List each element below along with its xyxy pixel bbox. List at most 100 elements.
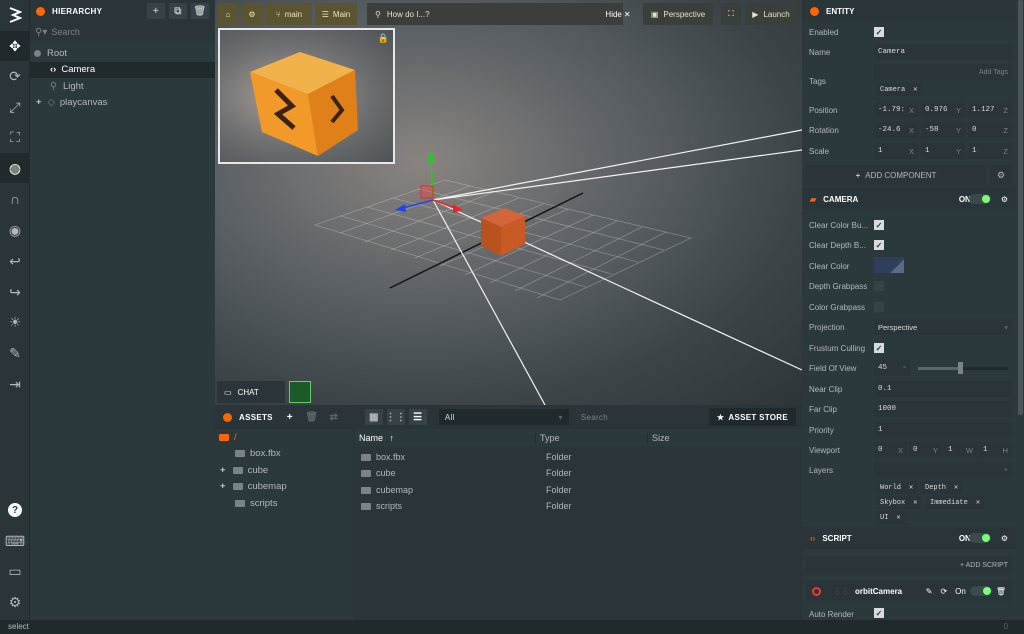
playcanvas-logo[interactable] [0,0,30,30]
clear-color-swatch[interactable] [874,257,904,273]
enabled-checkbox[interactable]: ✓ [874,27,884,37]
viewport-y[interactable]: 0Y [909,442,942,458]
asset-row[interactable]: cube Folder [357,465,802,482]
clear-depth-buffer-checkbox[interactable]: ✓ [874,240,884,250]
feedback-icon[interactable]: ▭ [0,556,30,586]
tree-item-camera[interactable]: ‹› Camera [30,61,215,78]
panel-collapse-icon[interactable] [36,6,45,16]
priority-field[interactable]: 1 [874,422,1012,438]
user-avatar[interactable] [289,381,311,403]
folder-scripts[interactable]: scripts [215,495,353,512]
delete-asset-button[interactable]: 🗑 [303,409,321,425]
view-tiles-small-button[interactable]: ⋮⋮ [386,409,406,425]
position-x[interactable]: -1.79: X [874,102,918,118]
camera-mode-select[interactable]: ▣ Perspective [643,3,713,25]
remove-layer-icon[interactable]: ✕ [913,498,917,507]
asset-search-input[interactable]: Search [569,409,709,425]
viewport-x[interactable]: 0X [874,442,907,458]
panel-collapse-icon[interactable] [223,412,232,422]
frustum-culling-checkbox[interactable]: ✓ [874,343,884,353]
depth-grabpass-checkbox[interactable] [874,281,884,291]
script-enabled-toggle[interactable] [969,533,991,543]
settings-gear-icon[interactable]: ⚙ [1001,534,1008,543]
keyboard-shortcuts-icon[interactable]: ⌨ [0,526,30,556]
add-component-button[interactable]: + ADD COMPONENT [806,165,986,185]
duplicate-entity-button[interactable]: ⧉ [169,3,187,19]
asset-row[interactable]: scripts Folder [357,498,802,515]
redo-icon[interactable]: ↪ [0,277,30,307]
chat-button[interactable]: ▭ CHAT [217,381,285,403]
help-icon[interactable]: ? [0,495,30,525]
projection-select[interactable]: Perspective ▾ [874,319,1012,335]
delete-entity-button[interactable]: 🗑 [191,3,209,19]
launch-button[interactable]: ▶ Launch [745,3,797,25]
home-button[interactable]: ⌂ [218,3,238,25]
folder-box-fbx[interactable]: box.fbx [215,446,353,463]
add-asset-button[interactable]: + [281,409,299,425]
bake-lightmap-icon[interactable]: ☀ [0,307,30,337]
drag-handle-icon[interactable]: ⋮⋮ [833,587,849,596]
tree-item-playcanvas[interactable]: + ◇ playcanvas [30,95,215,112]
resize-tool-icon[interactable]: ⛶ [0,122,30,152]
scene-viewport[interactable]: ⌂ ⚙ ⑂ main ☰ Main ⚲ How do I...? Hide ✕ … [215,0,802,405]
folder-cubemap[interactable]: + cubemap [215,479,353,496]
column-size[interactable]: Size [647,433,693,443]
settings-gear-icon[interactable]: ⚙ [0,587,30,617]
delete-script-icon[interactable]: 🗑 [996,587,1006,596]
layers-select[interactable]: ▾ [874,462,1012,478]
position-y[interactable]: 0.976 Y [921,102,965,118]
camera-preview[interactable]: 🔒 [218,28,395,164]
fov-slider-handle[interactable] [958,362,963,374]
view-tiles-large-button[interactable]: ▦ [364,409,383,425]
remove-layer-icon[interactable]: ✕ [954,483,958,492]
name-field[interactable]: Camera [874,44,1012,60]
asset-row[interactable]: box.fbx Folder [357,449,802,466]
hide-button[interactable]: Hide ✕ [603,3,633,25]
scale-x[interactable]: 1X [874,143,918,159]
component-settings-button[interactable]: ⚙ [990,165,1012,185]
remove-tag-icon[interactable]: ✕ [913,85,917,94]
fullscreen-button[interactable]: ⛶ [721,3,741,25]
auto-render-checkbox[interactable]: ✓ [874,608,884,618]
publish-icon[interactable]: ⇥ [0,369,30,399]
help-search-bar[interactable]: ⚲ How do I...? [367,3,623,25]
focus-eye-icon[interactable]: ◉ [0,215,30,245]
viewport-w[interactable]: 1W [944,442,977,458]
camera-enabled-toggle[interactable] [969,194,991,204]
settings-gear-icon[interactable]: ⚙ [1001,195,1008,204]
remove-script-icon[interactable] [812,586,821,596]
rotation-z[interactable]: 0Z [968,122,1012,138]
scale-y[interactable]: 1Y [921,143,965,159]
scene-button[interactable]: ☰ Main [315,3,357,25]
help-search-input[interactable]: How do I...? [387,10,430,19]
remove-layer-icon[interactable]: ✕ [896,513,900,522]
add-script-button[interactable]: + ADD SCRIPT [806,556,1012,574]
far-clip-field[interactable]: 1000 [874,401,1012,417]
move-asset-button[interactable]: ⇄ [325,409,343,425]
rotate-tool-icon[interactable]: ⟳ [0,61,30,91]
hierarchy-search-input[interactable]: Search [51,27,80,37]
asset-filter-select[interactable]: All ▾ [438,409,569,425]
tree-item-light[interactable]: ⚲ Light [30,78,215,95]
column-type[interactable]: Type [535,433,647,443]
viewport-settings-button[interactable]: ⚙ [241,3,263,25]
tree-item-root[interactable]: Root [30,45,215,62]
folder-root[interactable]: / [215,429,353,446]
rotation-y[interactable]: -58 Y [921,122,965,138]
viewport-h[interactable]: 1H [979,442,1012,458]
undo-icon[interactable]: ↩ [0,246,30,276]
scale-z[interactable]: 1Z [968,143,1012,159]
scale-tool-icon[interactable]: ⤢ [0,92,30,122]
add-tags-input[interactable]: Add Tags [874,64,1012,80]
reload-script-icon[interactable]: ⟳ [940,587,947,596]
world-space-icon[interactable]: ◍ [0,153,30,183]
asset-row[interactable]: cubemap Folder [357,482,802,499]
folder-cube[interactable]: + cube [215,462,353,479]
add-entity-button[interactable]: + [147,3,165,19]
view-list-button[interactable]: ☰ [408,409,427,425]
inspector-scrollbar[interactable] [1018,0,1023,415]
rotation-x[interactable]: -24.6 X [874,122,918,138]
hierarchy-search[interactable]: ⚲▾ Search [30,22,215,42]
remove-layer-icon[interactable]: ✕ [909,483,913,492]
branch-button[interactable]: ⑂ main [266,3,312,25]
